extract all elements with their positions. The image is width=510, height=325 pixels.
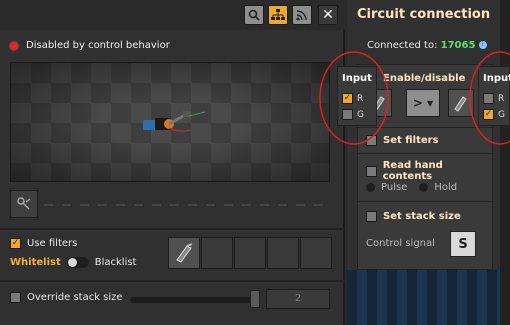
connected-network-id: 17065 bbox=[440, 40, 476, 51]
use-filters-checkbox[interactable] bbox=[10, 238, 21, 249]
divider bbox=[0, 228, 345, 230]
control-signal-slot[interactable]: S bbox=[450, 231, 476, 257]
read-hand-checkbox[interactable] bbox=[366, 165, 377, 177]
use-filters-label: Use filters bbox=[27, 238, 78, 249]
stack-size-slider-handle[interactable] bbox=[250, 290, 260, 308]
entity-preview bbox=[10, 62, 330, 182]
red-wire-checkbox[interactable] bbox=[342, 93, 353, 104]
red-wire-checkbox[interactable] bbox=[483, 93, 494, 104]
filter-slot-4[interactable] bbox=[267, 237, 299, 269]
set-filters-label: Set filters bbox=[383, 135, 439, 146]
red-wire-label: R bbox=[357, 93, 364, 104]
override-stack-label: Override stack size bbox=[27, 292, 123, 303]
input-panel-right: Input R G bbox=[478, 66, 510, 126]
circuit-title: Circuit connection bbox=[357, 7, 491, 22]
search-button[interactable] bbox=[244, 5, 264, 25]
pulse-label: Pulse bbox=[381, 182, 408, 193]
logistics-network-icon bbox=[271, 9, 285, 20]
toggle-knob bbox=[67, 258, 77, 267]
input-title: Input bbox=[483, 73, 510, 84]
input-green-row[interactable]: G bbox=[483, 109, 505, 120]
preview-vignette bbox=[11, 63, 329, 181]
comparator-dropdown[interactable]: > ▼ bbox=[406, 89, 440, 117]
input-red-row[interactable]: R bbox=[342, 93, 363, 104]
divider bbox=[0, 280, 345, 282]
hold-label: Hold bbox=[434, 182, 458, 193]
connected-label: Connected to: bbox=[367, 40, 438, 51]
logistics-network-button[interactable] bbox=[268, 5, 288, 25]
whitelist-toggle-row: Whitelist Blacklist bbox=[10, 257, 136, 268]
separator bbox=[358, 201, 494, 202]
status-indicator: Disabled by control behavior bbox=[10, 40, 170, 51]
set-stack-label: Set stack size bbox=[383, 211, 461, 222]
input-green-row[interactable]: G bbox=[342, 109, 364, 120]
slot-row-divider bbox=[44, 204, 330, 206]
separator bbox=[358, 127, 494, 128]
whitelist-label: Whitelist bbox=[10, 257, 61, 268]
override-stack-row[interactable]: Override stack size bbox=[10, 292, 123, 303]
hold-radio[interactable] bbox=[419, 183, 429, 192]
circuit-settings-panel: Enable/disable > ▼ Set filters Read hand… bbox=[357, 64, 494, 270]
set-stack-checkbox[interactable] bbox=[366, 211, 377, 222]
status-text: Disabled by control behavior bbox=[26, 40, 170, 51]
inserter-window: ✕ Disabled by control behavior Use filte… bbox=[0, 0, 345, 325]
input-panel-left: Input R G bbox=[337, 66, 377, 126]
enable-disable-row[interactable]: Enable/disable bbox=[366, 73, 465, 84]
red-wire-label: R bbox=[498, 93, 505, 104]
whitelist-blacklist-toggle[interactable] bbox=[66, 257, 89, 268]
wire-icon bbox=[17, 197, 31, 210]
wireless-icon bbox=[296, 10, 307, 21]
filter-slot-3[interactable] bbox=[234, 237, 266, 269]
control-signal-row: Control signal bbox=[366, 238, 435, 249]
set-stack-row[interactable]: Set stack size bbox=[366, 211, 461, 222]
enable-disable-label: Enable/disable bbox=[383, 73, 466, 84]
use-filters-row[interactable]: Use filters bbox=[10, 238, 136, 249]
condition-right-signal[interactable] bbox=[448, 89, 474, 117]
inserter-signal-icon bbox=[454, 96, 467, 112]
comparator-value: > bbox=[412, 96, 423, 110]
filter-slot-5[interactable] bbox=[300, 237, 332, 269]
info-icon[interactable]: i bbox=[478, 41, 487, 49]
blacklist-label: Blacklist bbox=[94, 257, 137, 268]
circuit-connection-window: Circuit connection Connected to: 17065 i… bbox=[347, 0, 500, 270]
set-filters-row[interactable]: Set filters bbox=[366, 135, 439, 146]
green-wire-label: G bbox=[357, 109, 364, 120]
pulse-radio[interactable] bbox=[366, 183, 375, 192]
input-title: Input bbox=[342, 73, 372, 84]
override-stack-checkbox[interactable] bbox=[10, 292, 21, 303]
stack-size-field[interactable]: 2 bbox=[266, 289, 330, 309]
filters-section: Use filters Whitelist Blacklist bbox=[10, 238, 136, 268]
filter-slots bbox=[168, 237, 333, 269]
separator bbox=[358, 153, 494, 154]
close-icon: ✕ bbox=[322, 7, 334, 23]
inserter-item-icon bbox=[176, 243, 193, 263]
chevron-down-icon: ▼ bbox=[426, 98, 434, 108]
control-signal-label: Control signal bbox=[366, 238, 435, 249]
status-red-dot-icon bbox=[10, 41, 18, 50]
toolbar: ✕ bbox=[0, 0, 345, 30]
stack-size-slider[interactable] bbox=[130, 297, 260, 303]
background-strip bbox=[500, 0, 510, 325]
input-red-row[interactable]: R bbox=[483, 93, 504, 104]
green-wire-checkbox[interactable] bbox=[483, 109, 494, 120]
wire-slot[interactable] bbox=[10, 190, 38, 218]
close-button[interactable]: ✕ bbox=[318, 5, 338, 25]
read-mode-row: Pulse Hold bbox=[366, 182, 457, 193]
green-wire-label: G bbox=[498, 109, 505, 120]
filter-slot-1[interactable] bbox=[168, 237, 200, 269]
wire-slot-row bbox=[10, 190, 330, 218]
search-icon bbox=[248, 9, 260, 21]
wireless-button[interactable] bbox=[292, 5, 312, 25]
green-wire-checkbox[interactable] bbox=[342, 109, 353, 120]
world-background bbox=[347, 270, 510, 325]
connected-to: Connected to: 17065 i bbox=[367, 40, 487, 51]
read-hand-label: Read hand contents bbox=[382, 160, 443, 182]
filter-slot-2[interactable] bbox=[201, 237, 233, 269]
read-hand-row[interactable]: Read hand contents bbox=[366, 160, 492, 182]
set-filters-checkbox[interactable] bbox=[366, 135, 377, 146]
